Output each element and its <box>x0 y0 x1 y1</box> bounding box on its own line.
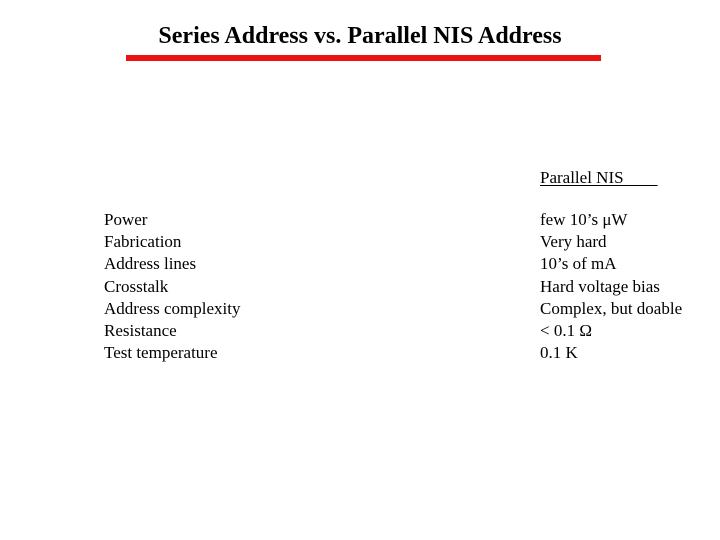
parallel-cell-list: few 10’s μW Very hard 10’s of mA Hard vo… <box>540 209 720 364</box>
feature-cell-list: Power Fabrication Address lines Crosstal… <box>104 209 319 364</box>
comparison-table: Power Fabrication Address lines Crosstal… <box>0 0 720 540</box>
table-row: Fabrication <box>104 232 182 252</box>
table-row: Power <box>104 210 148 229</box>
column-header-parallel-nis: Parallel NIS <box>540 168 658 187</box>
slide: Series Address vs. Parallel NIS Address … <box>0 0 720 540</box>
table-row: Test temperature <box>104 343 218 363</box>
table-cell: Very hard <box>540 232 607 252</box>
table-cell: 0.1 K <box>540 343 578 363</box>
table-row: Crosstalk <box>104 276 169 296</box>
table-cell: Hard voltage bias <box>540 276 660 296</box>
table-cell: < 0.1 Ω <box>540 320 592 340</box>
table-cell: few 10’s μW <box>540 210 628 229</box>
table-cell: 10’s of mA <box>540 254 617 274</box>
table-cell: Complex, but doable <box>540 298 683 318</box>
table-row: Address lines <box>104 254 197 274</box>
table-row: Resistance <box>104 320 177 340</box>
table-row: Address complexity <box>104 298 241 318</box>
